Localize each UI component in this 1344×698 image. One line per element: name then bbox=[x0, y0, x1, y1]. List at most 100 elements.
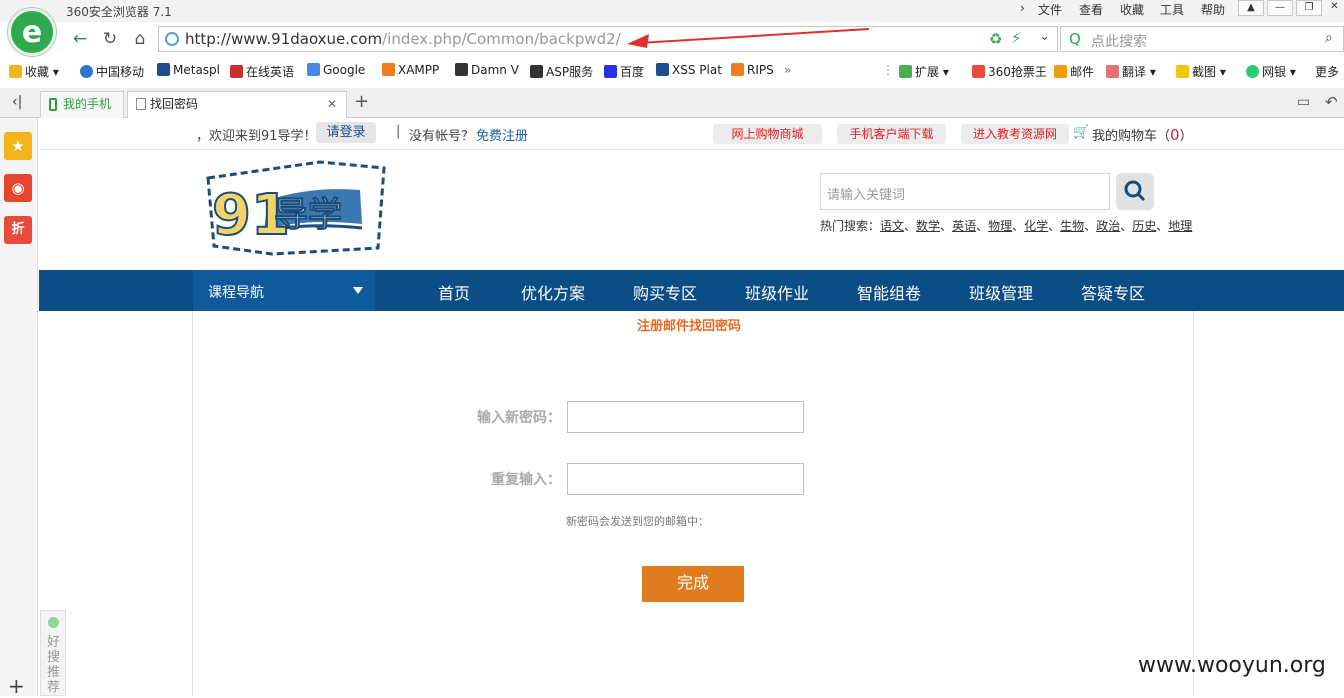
new-tab-icon[interactable]: + bbox=[354, 91, 369, 112]
nav-purchase[interactable]: 购买专区 bbox=[633, 280, 697, 304]
cart-icon[interactable]: 🛒 bbox=[1073, 125, 1089, 140]
bookmark-item[interactable]: RIPS bbox=[731, 63, 774, 77]
new-password-input[interactable] bbox=[567, 401, 804, 433]
address-bar[interactable]: http://www.91daoxue.com/index.php/Common… bbox=[158, 26, 1058, 52]
submit-button[interactable]: 完成 bbox=[642, 566, 744, 602]
bookmark-item[interactable]: XAMPP bbox=[382, 63, 439, 77]
browser-side-panel: ★ ◉ 折 bbox=[0, 118, 38, 696]
chevron-right-icon[interactable]: › bbox=[1020, 1, 1025, 15]
page-icon bbox=[136, 98, 146, 110]
hot-search-item[interactable]: 化学 bbox=[1024, 219, 1048, 233]
metasploit-icon bbox=[157, 63, 170, 76]
shield-icon bbox=[1246, 65, 1259, 78]
nav-smart-test[interactable]: 智能组卷 bbox=[857, 280, 921, 304]
hot-search-item[interactable]: 地理 bbox=[1168, 219, 1192, 233]
email-hint: 新密码会发送到您的邮箱中： bbox=[566, 515, 709, 528]
rips-icon bbox=[731, 63, 744, 76]
nav-class-management[interactable]: 班级管理 bbox=[969, 280, 1033, 304]
tab-list-icon[interactable]: ▭ bbox=[1297, 94, 1310, 110]
bookmark-item[interactable]: 中国移动 bbox=[80, 63, 144, 80]
maximize-button[interactable]: ❐ bbox=[1296, 0, 1322, 16]
shirt-icon[interactable]: ▲ bbox=[1238, 0, 1264, 16]
bookmark-item[interactable]: 在线英语 bbox=[230, 63, 294, 80]
undo-icon[interactable]: ↶ bbox=[1325, 93, 1338, 111]
status-dot bbox=[48, 617, 59, 628]
menu-help[interactable]: 帮助 bbox=[1201, 1, 1225, 18]
hot-search-item[interactable]: 物理 bbox=[988, 219, 1012, 233]
search-icon[interactable]: ⌕ bbox=[1325, 30, 1333, 46]
menu-view[interactable]: 查看 bbox=[1079, 1, 1103, 18]
course-nav-dropdown[interactable]: 课程导航 bbox=[193, 270, 375, 311]
hot-search-item[interactable]: 数学 bbox=[916, 219, 940, 233]
search-engine-icon[interactable]: Q bbox=[1069, 30, 1081, 48]
nav-homework[interactable]: 班级作业 bbox=[745, 280, 809, 304]
menu-tools[interactable]: 工具 bbox=[1160, 1, 1184, 18]
register-link[interactable]: 免费注册 bbox=[476, 125, 528, 144]
repeat-password-input[interactable] bbox=[567, 463, 804, 495]
hot-search-item[interactable]: 语文 bbox=[880, 219, 904, 233]
browser-logo-icon: e bbox=[8, 8, 56, 56]
menu-file[interactable]: 文件 bbox=[1038, 1, 1062, 18]
title-bar: 360安全浏览器 7.1 › 文件 查看 收藏 工具 帮助 ▲ — ❐ ✕ bbox=[0, 0, 1344, 22]
screenshot-button[interactable]: 截图 ▾ bbox=[1176, 63, 1226, 80]
hot-search-item[interactable]: 英语 bbox=[952, 219, 976, 233]
minimize-button[interactable]: — bbox=[1267, 0, 1293, 16]
site-top-bar: ，欢迎来到91导学！ 请登录 | 没有帐号？ 免费注册 网上购物商城 手机客户端… bbox=[40, 118, 1344, 150]
hot-search-label: 热门搜索： bbox=[820, 219, 881, 233]
tab-reset-password[interactable]: 找回密码 ✕ bbox=[127, 91, 347, 118]
sidebar-toggle-icon[interactable]: ‹| bbox=[12, 94, 22, 110]
cart-link[interactable]: 我的购物车（0） bbox=[1092, 125, 1193, 144]
more-bookmarks-icon[interactable]: » bbox=[784, 63, 791, 77]
navigation-bar: ← ↻ ⌂ http://www.91daoxue.com/index.php/… bbox=[64, 24, 1344, 54]
close-tab-icon[interactable]: ✕ bbox=[327, 92, 337, 117]
bookmark-item[interactable]: ASP服务 bbox=[530, 63, 593, 80]
site-logo[interactable]: 91 导学 bbox=[202, 160, 386, 256]
divider: ⋮ bbox=[882, 63, 894, 77]
bookmark-favorites[interactable]: 收藏 ▾ bbox=[9, 63, 59, 80]
url-text[interactable]: http://www.91daoxue.com/index.php/Common… bbox=[185, 30, 621, 48]
shop-button[interactable]: 网上购物商城 bbox=[713, 124, 822, 144]
weibo-icon[interactable]: ◉ bbox=[4, 174, 32, 202]
lightning-icon[interactable]: ⚡ bbox=[1011, 29, 1022, 47]
site-search-button[interactable] bbox=[1116, 173, 1154, 210]
hot-search-item[interactable]: 历史 bbox=[1132, 219, 1156, 233]
translate-button[interactable]: 翻译 ▾ bbox=[1106, 63, 1156, 80]
refresh-icon[interactable]: ↻ bbox=[96, 26, 124, 52]
login-button[interactable]: 请登录 bbox=[316, 122, 376, 143]
mail-button[interactable]: 邮件 bbox=[1054, 63, 1094, 80]
cart-count: 0 bbox=[1170, 126, 1180, 144]
tab-my-phone[interactable]: 我的手机 bbox=[40, 91, 124, 118]
resource-site-button[interactable]: 进入教考资源网 bbox=[961, 124, 1069, 144]
discount-icon[interactable]: 折 bbox=[4, 216, 32, 244]
menu-favorites[interactable]: 收藏 bbox=[1120, 1, 1144, 18]
bookmark-item[interactable]: Google bbox=[307, 63, 365, 77]
mobile-client-button[interactable]: 手机客户端下载 bbox=[837, 124, 946, 144]
mail-icon bbox=[1054, 65, 1067, 78]
more-button[interactable]: 更多 bbox=[1315, 63, 1339, 80]
home-icon[interactable]: ⌂ bbox=[126, 26, 154, 52]
recycle-icon[interactable]: ♻ bbox=[989, 30, 1002, 48]
browser-search-box[interactable]: Q 点此搜索 ⌕ bbox=[1060, 26, 1344, 52]
app-title: 360安全浏览器 7.1 bbox=[66, 5, 172, 19]
nav-optimization[interactable]: 优化方案 bbox=[521, 280, 585, 304]
add-icon[interactable]: + bbox=[8, 674, 25, 698]
recommend-label: 好搜推荐 bbox=[47, 635, 61, 695]
nav-qa[interactable]: 答疑专区 bbox=[1081, 280, 1145, 304]
bookmark-item[interactable]: Damn V bbox=[455, 63, 519, 77]
bookmark-item[interactable]: Metaspl bbox=[157, 63, 220, 77]
bookmark-item[interactable]: XSS Plat bbox=[656, 63, 722, 77]
site-search-input[interactable]: 请输入关键词 bbox=[820, 173, 1110, 210]
star-icon[interactable]: ★ bbox=[4, 132, 32, 160]
hot-search-item[interactable]: 政治 bbox=[1096, 219, 1120, 233]
close-window-button[interactable]: ✕ bbox=[1325, 0, 1344, 16]
bank-button[interactable]: 网银 ▾ bbox=[1246, 63, 1296, 80]
nav-home[interactable]: 首页 bbox=[438, 280, 470, 304]
chevron-down-icon[interactable]: ⌄ bbox=[1039, 29, 1050, 44]
back-arrow-icon[interactable]: ← bbox=[66, 26, 94, 52]
hot-search-item[interactable]: 生物 bbox=[1060, 219, 1084, 233]
main-navigation: 课程导航 首页 优化方案 购买专区 班级作业 智能组卷 班级管理 答疑专区 bbox=[39, 270, 1344, 311]
ticket-button[interactable]: 360抢票王 bbox=[972, 63, 1047, 80]
extensions-button[interactable]: 扩展 ▾ bbox=[899, 63, 949, 80]
recommend-panel[interactable]: 好搜推荐 bbox=[40, 610, 66, 696]
bookmark-item[interactable]: 百度 bbox=[604, 63, 644, 80]
